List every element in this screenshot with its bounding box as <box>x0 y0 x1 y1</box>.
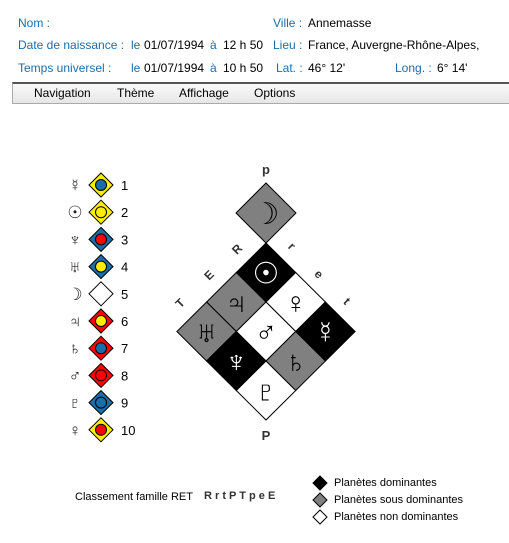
planet-glyph-icon: ♂ <box>255 317 278 350</box>
planet-glyph-icon: ♆ <box>225 346 248 379</box>
edge-label: e <box>312 267 327 282</box>
planet-glyph-icon: ♅ <box>195 317 218 350</box>
top-label: p <box>262 162 270 177</box>
planet-glyph-icon: ☿ <box>69 176 82 195</box>
rank-number: 9 <box>121 396 128 411</box>
rank-number: 3 <box>121 232 128 247</box>
rank-number: 8 <box>121 368 128 383</box>
rank-dot <box>95 396 107 409</box>
rank-dot <box>95 315 107 327</box>
planet-glyph-icon: ♀ <box>69 421 82 440</box>
rank-number: 5 <box>121 287 128 302</box>
edge-label: R <box>229 241 245 257</box>
legend-diamond-icon <box>312 475 328 491</box>
rank-number: 7 <box>121 341 128 356</box>
planet-glyph-icon: ♃ <box>225 287 248 320</box>
rank-diamond <box>88 281 114 307</box>
planet-glyph-icon: ♆ <box>69 230 82 249</box>
rank-dot <box>95 179 107 191</box>
rank-number: 4 <box>121 260 128 275</box>
rank-dot <box>95 342 107 355</box>
edge-label: r <box>285 240 298 253</box>
legend-diamond-icon <box>312 492 328 508</box>
legend-diamond-icon <box>312 509 328 525</box>
rank-dot <box>95 423 107 436</box>
rank-dot <box>95 206 107 219</box>
planet-glyph-icon: ♀ <box>284 287 307 320</box>
rank-number: 10 <box>121 423 135 438</box>
rank-dot <box>95 260 107 273</box>
planet-glyph-icon: ☉ <box>253 258 280 291</box>
moon-icon: ☽ <box>253 198 280 231</box>
legend-non-dominantes: Planètes non dominantes <box>334 511 459 523</box>
edge-label: T <box>173 295 189 311</box>
rank-dot <box>95 233 107 246</box>
planet-glyph-icon: ☽ <box>67 285 82 304</box>
planet-glyph-icon: ♄ <box>284 346 307 379</box>
planet-glyph-icon: ♃ <box>69 312 82 331</box>
rank-number: 2 <box>121 205 128 220</box>
legend-sous-dominantes: Planètes sous dominantes <box>334 494 464 506</box>
classement-value: R r t P T p e E <box>204 490 276 502</box>
planet-glyph-icon: ☉ <box>67 203 82 222</box>
classement-label: Classement famille RET <box>75 491 193 503</box>
edge-label: t <box>340 295 353 308</box>
legend-dominantes: Planètes dominantes <box>334 477 437 489</box>
rank-number: 6 <box>121 314 128 329</box>
planet-glyph-icon: ☿ <box>314 317 337 350</box>
edge-label: E <box>201 267 217 283</box>
planet-glyph-icon: ♅ <box>69 258 82 277</box>
planet-glyph-icon: ♂ <box>69 366 82 385</box>
bottom-label: P <box>262 428 271 443</box>
rank-number: 1 <box>121 178 128 193</box>
planet-glyph-icon: ♇ <box>255 376 278 409</box>
ranking-list: ☿ 1☉ 2♆ 3♅ 4☽ 5♃ 6♄ 7♂ 8♇ 9♀ 10☽☉♃♅♀♂♆☿♄♇pPTER ret <box>67 162 356 525</box>
planet-glyph-icon: ♇ <box>69 394 82 413</box>
planet-glyph-icon: ♄ <box>69 339 82 358</box>
rank-dot <box>95 369 107 382</box>
